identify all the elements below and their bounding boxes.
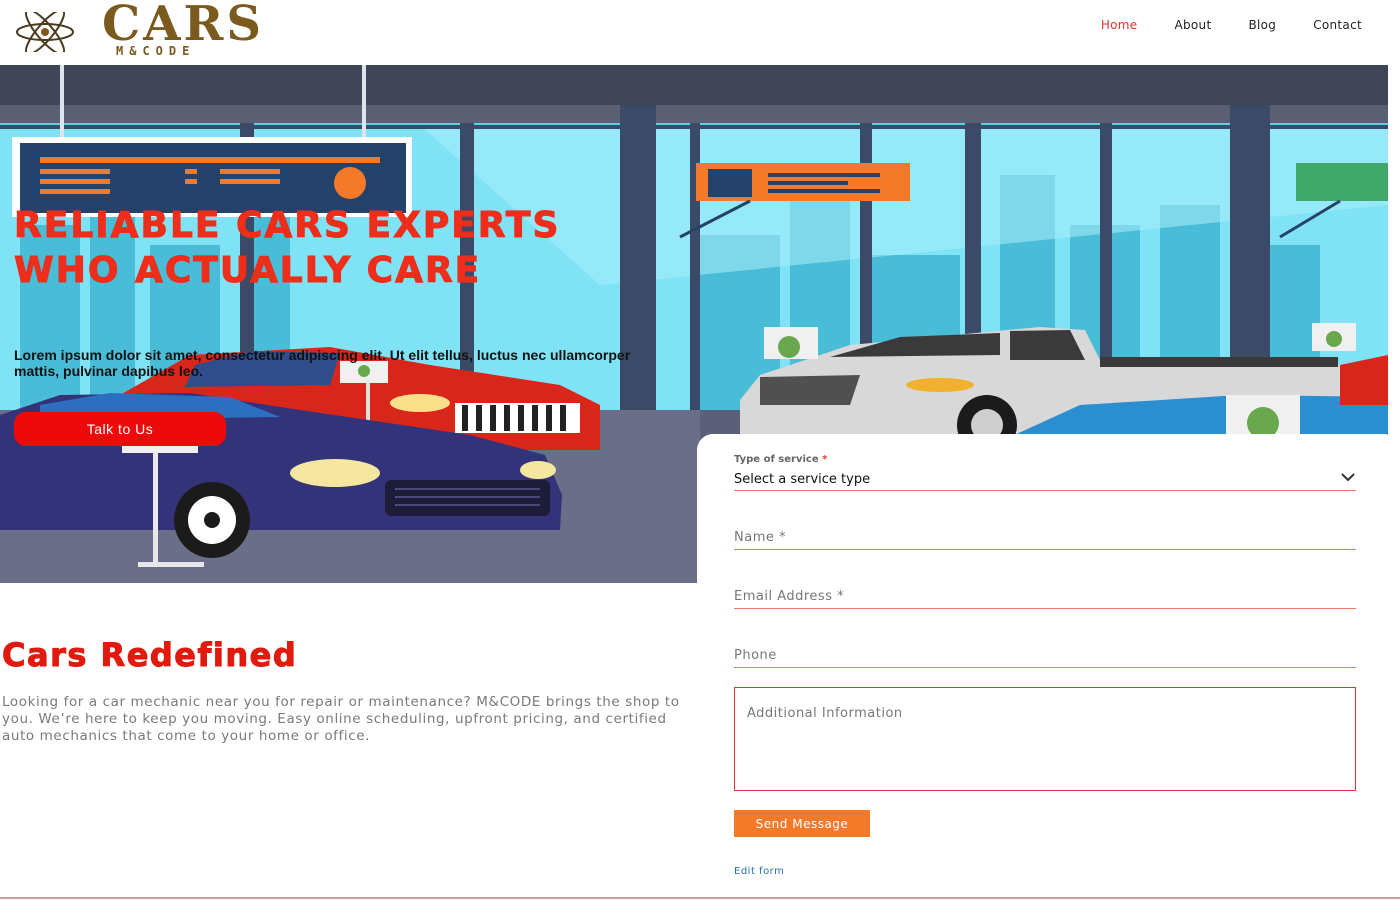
nav-home[interactable]: Home [1101,18,1138,32]
nav-about[interactable]: About [1174,18,1211,32]
contact-form: Type of service * Select a service type … [697,434,1400,900]
service-type-select[interactable]: Select a service type [734,472,870,487]
hero-title: RELIABLE CARS EXPERTS WHO ACTUALLY CARE [14,205,561,292]
site-logo[interactable]: CARS M&CODE [14,0,261,60]
email-field[interactable]: Email Address * [734,589,844,604]
nav-contact[interactable]: Contact [1313,18,1362,32]
additional-info-textarea[interactable]: Additional Information [734,687,1356,791]
section-title: Cars Redefined [1,636,298,675]
email-underline [734,608,1356,609]
name-field[interactable]: Name * [734,530,786,545]
main-nav: Home About Blog Contact [1101,18,1362,32]
additional-info-placeholder: Additional Information [747,706,903,721]
hero-subtitle: Lorem ipsum dolor sit amet, consectetur … [14,347,631,379]
edit-form-link[interactable]: Edit form [734,866,784,877]
section-body: Looking for a car mechanic near you for … [2,694,680,744]
nav-blog[interactable]: Blog [1248,18,1276,32]
service-type-underline [734,490,1356,491]
phone-field[interactable]: Phone [734,648,777,663]
name-underline [734,549,1356,550]
required-marker: * [822,454,828,465]
send-message-button[interactable]: Send Message [734,810,870,837]
talk-to-us-button[interactable]: Talk to Us [14,412,226,446]
service-type-label: Type of service * [734,454,828,465]
atom-icon [16,12,74,52]
logo-subtitle: M&CODE [116,44,196,58]
site-header: CARS M&CODE Home About Blog Contact [0,0,1400,65]
chevron-down-icon[interactable] [1341,472,1355,482]
phone-underline [734,667,1356,668]
bottom-divider [0,897,1400,899]
